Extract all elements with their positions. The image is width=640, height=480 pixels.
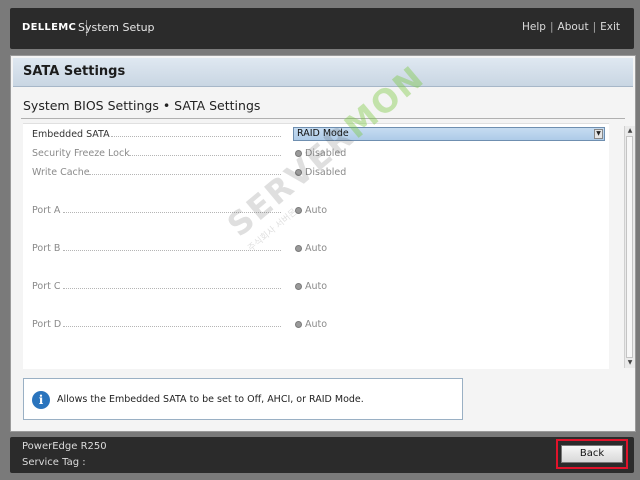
service-tag: Service Tag : xyxy=(22,457,86,468)
dotted-leader xyxy=(63,288,281,289)
value-text: Auto xyxy=(305,319,328,330)
value-text: Disabled xyxy=(305,167,347,178)
scroll-thumb[interactable] xyxy=(626,136,633,358)
setting-label: Embedded SATA xyxy=(32,129,110,140)
setting-value: Disabled xyxy=(295,148,346,159)
radio-icon xyxy=(295,283,302,290)
radio-icon xyxy=(295,321,302,328)
help-panel: i Allows the Embedded SATA to be set to … xyxy=(23,378,463,420)
system-model: PowerEdge R250 xyxy=(22,441,107,452)
dotted-leader xyxy=(63,326,281,327)
setting-label: Security Freeze Lock xyxy=(32,148,130,159)
vertical-scrollbar[interactable]: ▲ ▼ xyxy=(624,126,635,368)
help-text: Allows the Embedded SATA to be set to Of… xyxy=(57,394,364,405)
setting-value: Auto xyxy=(295,281,327,292)
setting-value: Auto xyxy=(295,319,327,330)
value-text: Disabled xyxy=(305,148,347,159)
divider xyxy=(21,118,625,119)
scroll-down-arrow-icon[interactable]: ▼ xyxy=(625,358,635,368)
dotted-leader xyxy=(89,174,281,175)
value-text: Auto xyxy=(305,281,328,292)
about-link[interactable]: About xyxy=(558,21,589,33)
help-link[interactable]: Help xyxy=(522,21,546,33)
dotted-leader xyxy=(111,136,281,137)
dell-emc-logo: DELLEMC xyxy=(18,20,88,36)
dotted-leader xyxy=(63,212,281,213)
radio-icon xyxy=(295,207,302,214)
setting-row-security-freeze-lock: Security Freeze Lock Disabled xyxy=(23,145,609,163)
setting-label: Write Cache xyxy=(32,167,90,178)
setting-row-port-b: Port B Auto xyxy=(23,240,609,258)
scroll-up-arrow-icon[interactable]: ▲ xyxy=(625,126,635,136)
back-button[interactable]: Back xyxy=(561,445,623,463)
radio-icon xyxy=(295,169,302,176)
setting-label: Port B xyxy=(32,243,61,254)
setting-row-write-cache: Write Cache Disabled xyxy=(23,164,609,182)
bottom-bar: PowerEdge R250 Service Tag : Back xyxy=(10,437,634,473)
breadcrumb: System BIOS Settings • SATA Settings xyxy=(23,98,261,113)
dropdown-arrow-icon[interactable]: ▼ xyxy=(594,129,603,139)
radio-icon xyxy=(295,150,302,157)
exit-link[interactable]: Exit xyxy=(600,21,620,33)
setting-row-port-c: Port C Auto xyxy=(23,278,609,296)
setting-value: Auto xyxy=(295,205,327,216)
setting-row-embedded-sata[interactable]: Embedded SATA RAID Mode ▼ xyxy=(23,126,609,144)
main-panel: SATA Settings System BIOS Settings • SAT… xyxy=(10,55,636,432)
dotted-leader xyxy=(129,155,281,156)
setting-value: Disabled xyxy=(295,167,346,178)
setting-label: Port A xyxy=(32,205,61,216)
setting-row-port-d: Port D Auto xyxy=(23,316,609,334)
info-icon: i xyxy=(32,391,50,409)
radio-icon xyxy=(295,245,302,252)
app-title: System Setup xyxy=(78,21,155,34)
back-button-highlight: Back xyxy=(556,439,628,469)
setting-row-port-a: Port A Auto xyxy=(23,202,609,220)
setting-label: Port C xyxy=(32,281,61,292)
dotted-leader xyxy=(63,250,281,251)
setting-value: Auto xyxy=(295,243,327,254)
link-separator: | xyxy=(592,21,597,33)
top-links: Help | About | Exit xyxy=(522,21,620,33)
page-header: SATA Settings xyxy=(13,58,633,87)
select-value: RAID Mode xyxy=(297,128,349,139)
top-bar: DELLEMC System Setup Help | About | Exit xyxy=(10,8,634,49)
settings-list: Embedded SATA RAID Mode ▼ Security Freez… xyxy=(23,123,609,369)
link-separator: | xyxy=(549,21,554,33)
value-text: Auto xyxy=(305,205,328,216)
page-title: SATA Settings xyxy=(23,64,126,79)
setting-label: Port D xyxy=(32,319,62,330)
embedded-sata-select[interactable]: RAID Mode ▼ xyxy=(293,127,605,141)
value-text: Auto xyxy=(305,243,328,254)
